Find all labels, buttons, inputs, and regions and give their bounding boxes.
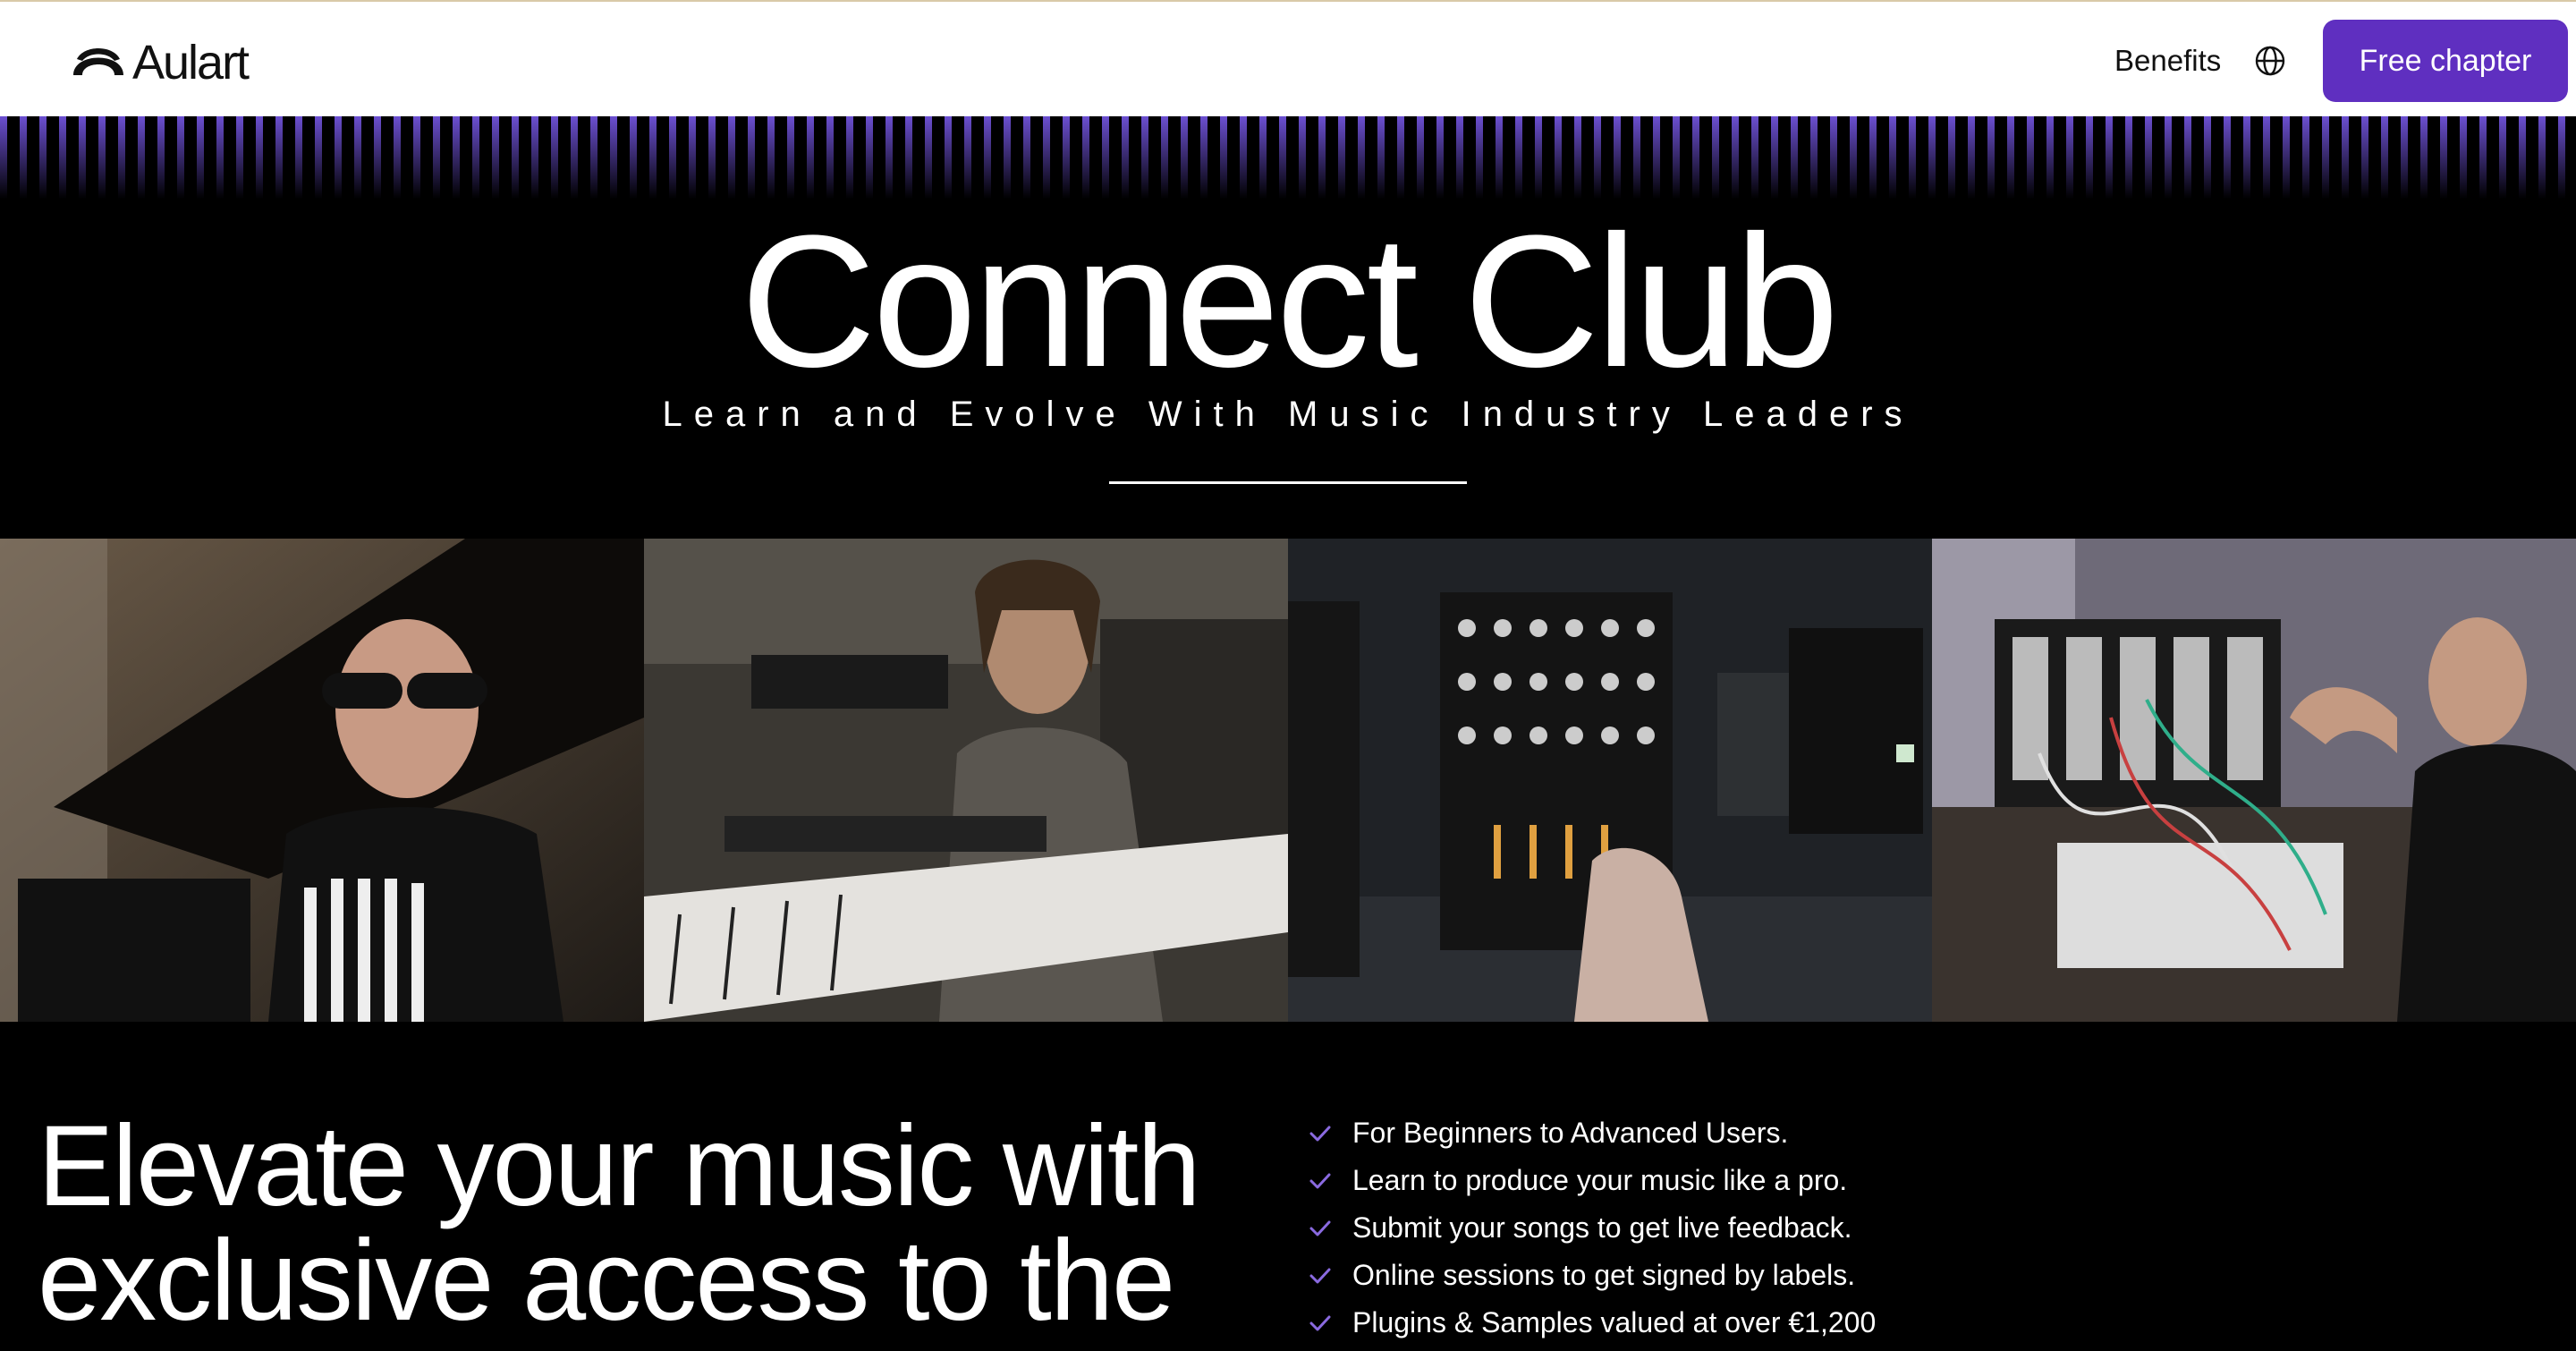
list-item: For Beginners to Advanced Users. bbox=[1306, 1109, 1876, 1157]
brand-name: Aulart bbox=[132, 36, 250, 89]
feature-text: Learn to produce your music like a pro. bbox=[1352, 1164, 1848, 1196]
feature-text: Online sessions to get signed by labels. bbox=[1352, 1259, 1856, 1291]
headline-line-2: exclusive access to the bbox=[38, 1217, 1175, 1345]
list-item: Plugins & Samples valued at over €1,200 bbox=[1306, 1299, 1876, 1347]
dj-mixer-photo bbox=[1288, 539, 1932, 1022]
feature-text: Submit your songs to get live feedback. bbox=[1352, 1211, 1852, 1244]
nav-benefits-link[interactable]: Benefits bbox=[2114, 41, 2221, 81]
headline-line-1: Elevate your music with bbox=[38, 1102, 1201, 1230]
decorative-stripes bbox=[0, 116, 2576, 199]
feature-text: For Beginners to Advanced Users. bbox=[1352, 1117, 1789, 1149]
free-chapter-button[interactable]: Free chapter bbox=[2323, 20, 2568, 102]
check-icon bbox=[1309, 1126, 1331, 1141]
modular-synth-photo bbox=[1932, 539, 2576, 1022]
main-headline: Elevate your music with exclusive access… bbox=[38, 1109, 1290, 1338]
brand-logo[interactable]: Aulart bbox=[70, 36, 250, 89]
feature-list: For Beginners to Advanced Users. Learn t… bbox=[1306, 1109, 1876, 1347]
check-icon bbox=[1309, 1268, 1331, 1283]
hero-subtitle: Learn and Evolve With Music Industry Lea… bbox=[662, 395, 1914, 434]
artist-at-piano-photo bbox=[0, 539, 644, 1022]
site-header: Aulart Benefits Free chapter bbox=[0, 0, 2576, 116]
feature-text: Plugins & Samples valued at over €1,200 bbox=[1352, 1306, 1877, 1338]
hero-title: Connect Club bbox=[740, 196, 1839, 406]
hero-divider bbox=[1109, 481, 1467, 484]
globe-icon[interactable] bbox=[2254, 45, 2286, 77]
check-icon bbox=[1309, 1220, 1331, 1236]
list-item: Submit your songs to get live feedback. bbox=[1306, 1204, 1876, 1252]
list-item: Learn to produce your music like a pro. bbox=[1306, 1157, 1876, 1204]
list-item: Online sessions to get signed by labels. bbox=[1306, 1252, 1876, 1299]
keyboardist-in-studio-photo bbox=[644, 539, 1288, 1022]
check-icon bbox=[1309, 1173, 1331, 1188]
image-strip bbox=[0, 539, 2576, 1022]
aulart-logo-icon bbox=[73, 48, 123, 75]
check-icon bbox=[1309, 1315, 1331, 1330]
